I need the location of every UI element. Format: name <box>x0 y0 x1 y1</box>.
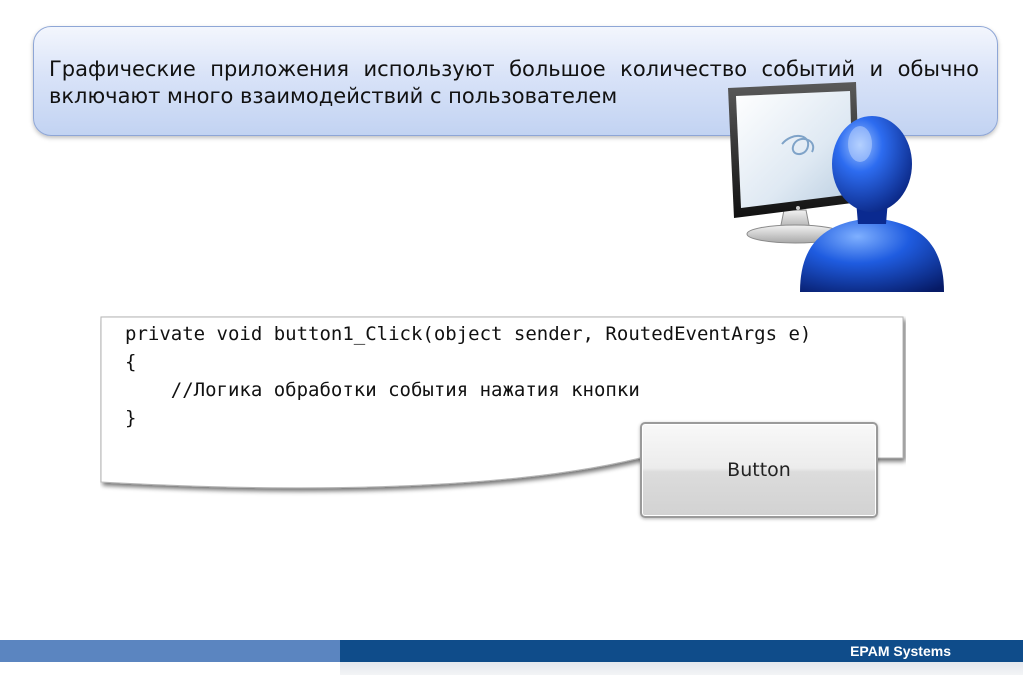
user-at-computer-illustration <box>722 82 947 292</box>
code-line: private void button1_Click(object sender… <box>125 323 812 345</box>
code-line: //Логика обработки события нажатия кнопк… <box>125 379 640 401</box>
code-line: { <box>125 351 137 373</box>
code-snippet: private void button1_Click(object sender… <box>125 320 811 432</box>
brand-label: EPAM Systems <box>850 643 951 659</box>
demo-button[interactable]: Button <box>640 422 878 518</box>
code-line: } <box>125 407 137 429</box>
footer-shadow <box>340 662 1023 675</box>
footer-bar-left <box>0 640 340 662</box>
